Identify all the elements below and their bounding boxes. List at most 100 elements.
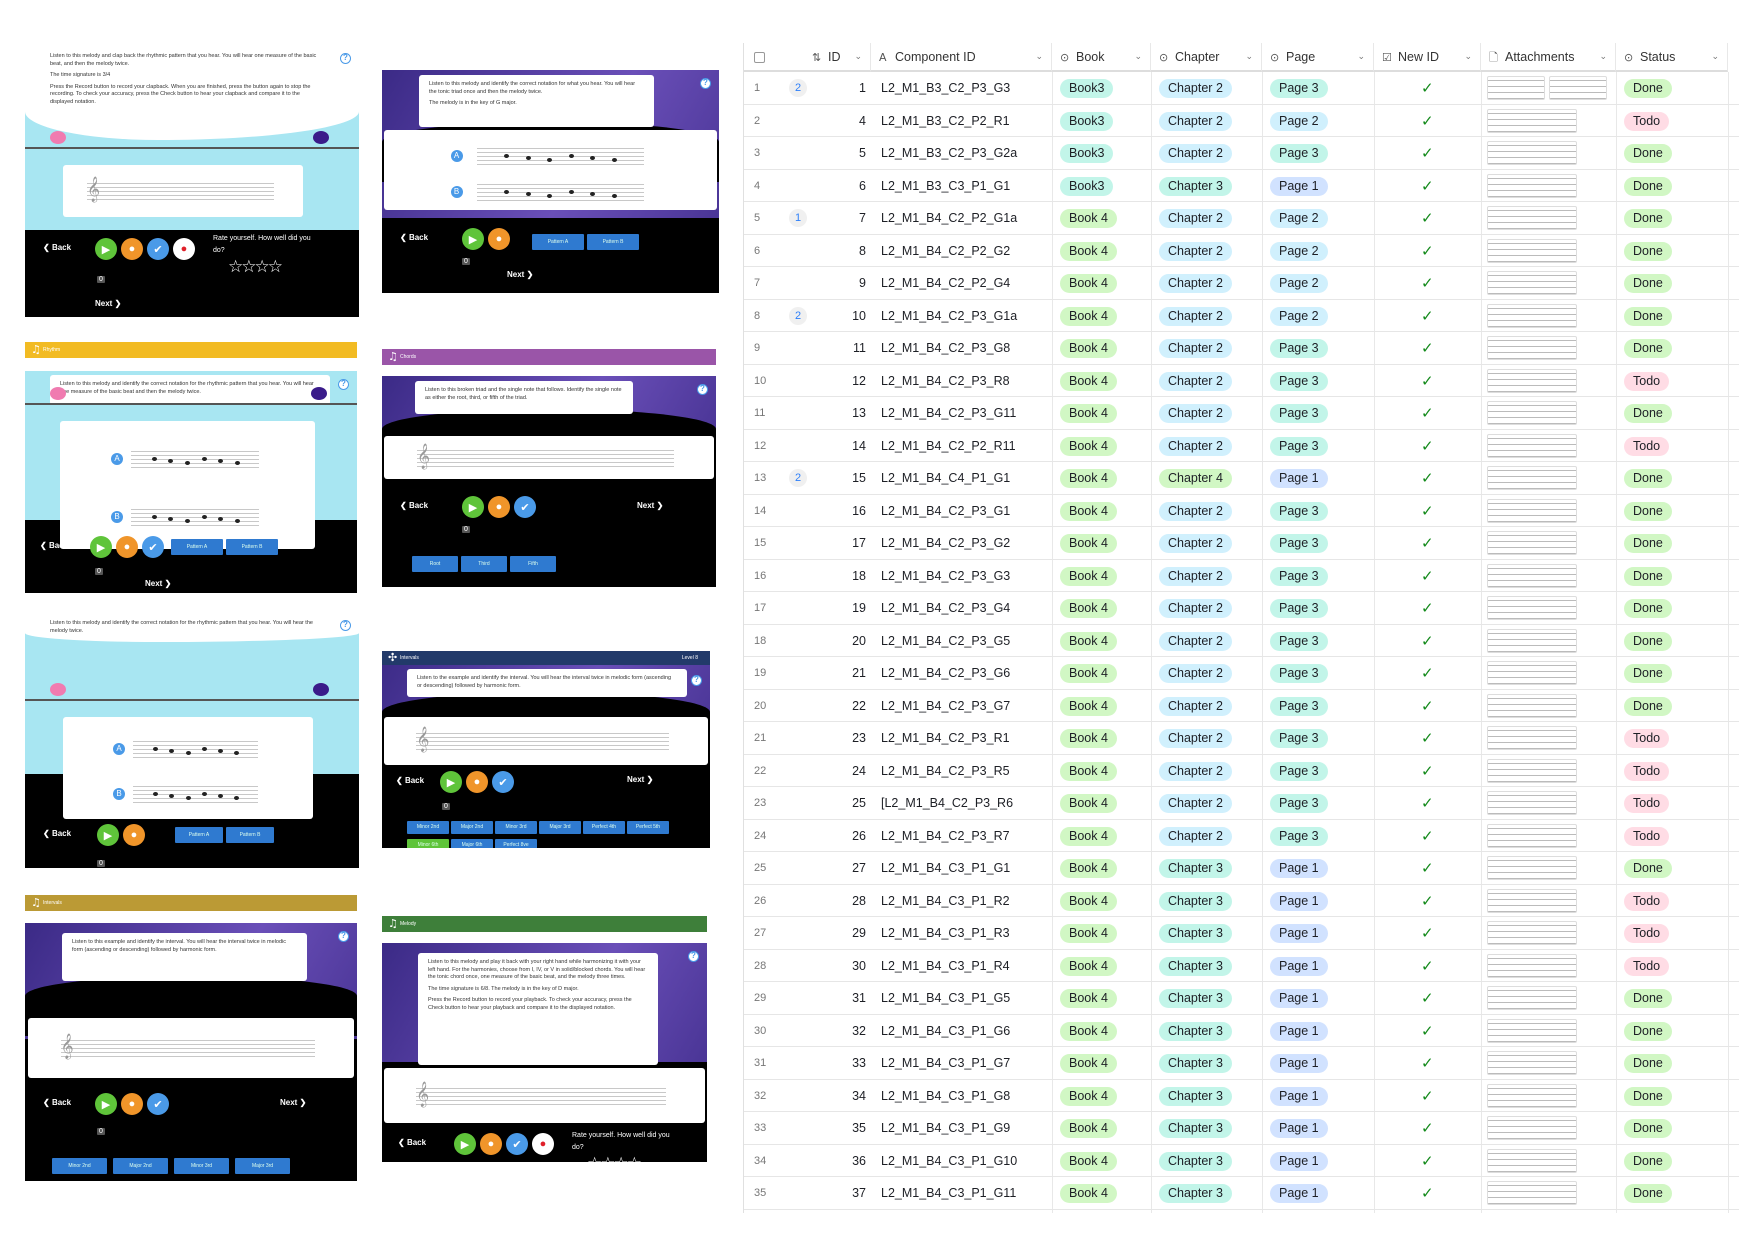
attachment-thumbnail[interactable] [1487,1018,1577,1043]
component-id[interactable]: L2_M1_B4_C2_P2_G2 [881,235,1010,267]
chapter-tag[interactable]: Chapter 3 [1159,1119,1232,1138]
book-tag[interactable]: Book 4 [1060,631,1117,651]
table-row[interactable]: 14 16 L2_M1_B4_C2_P3_G1 Book 4 Chapter 2 Page… [744,495,1739,527]
hint-button[interactable]: ● [123,824,145,846]
help-icon[interactable]: ? [700,78,711,89]
checkmark-icon[interactable]: ✓ [1421,267,1434,299]
table-row[interactable]: 27 29 L2_M1_B4_C3_P1_R3 Book 4 Chapter 3 Page… [744,917,1739,950]
comment-count-badge[interactable]: 1 [789,209,807,227]
answer-button[interactable]: Minor 2nd [407,821,449,834]
checkmark-icon[interactable]: ✓ [1421,722,1434,754]
component-id[interactable]: L2_M1_B4_C3_P1_G10 [881,1145,1017,1177]
table-row[interactable]: 23 25 [L2_M1_B4_C2_P3_R6 Book 4 Chapter 2 Pag… [744,787,1739,820]
status-tag[interactable]: Done [1624,696,1672,716]
hint-button[interactable]: ● [466,771,488,793]
help-icon[interactable]: ? [340,620,351,631]
checkmark-icon[interactable]: ✓ [1421,1047,1434,1079]
page-tag[interactable]: Page 1 [1270,859,1328,878]
attachment-thumbnail[interactable] [1487,238,1577,263]
book-tag[interactable]: Book 4 [1060,371,1117,391]
chapter-tag[interactable]: Chapter 4 [1159,469,1232,488]
answer-button[interactable]: Perfect 4th [583,821,625,834]
answer-button[interactable]: Major 3rd [235,1158,290,1174]
status-tag[interactable]: Done [1624,1184,1672,1203]
book-tag[interactable]: Book 4 [1060,599,1117,618]
page-tag[interactable]: Page 3 [1270,566,1328,586]
attachment-thumbnail[interactable] [1487,206,1577,230]
check-button[interactable]: ✔ [147,238,169,260]
book-tag[interactable]: Book 4 [1060,729,1117,748]
page-tag[interactable]: Page 1 [1270,1086,1328,1106]
component-id[interactable]: L2_M1_B4_C2_P3_R7 [881,820,1010,852]
back-button[interactable]: ❮ Back [400,233,428,242]
attachment-thumbnail[interactable] [1487,401,1577,425]
checkmark-icon[interactable]: ✓ [1421,365,1434,397]
answer-button[interactable]: Perfect 5th [627,821,669,834]
book-tag[interactable]: Book 4 [1060,891,1117,911]
component-id[interactable]: L2_M1_B4_C3_P1_G6 [881,1015,1010,1047]
page-tag[interactable]: Page 1 [1270,1119,1328,1138]
status-tag[interactable]: Todo [1624,924,1670,943]
column-header-book[interactable]: ⊙ Book ⌄ [1052,43,1151,72]
checkmark-icon[interactable]: ✓ [1421,852,1434,884]
table-row[interactable]: 18 20 L2_M1_B4_C2_P3_G5 Book 4 Chapter 2 Page… [744,625,1739,657]
table-row[interactable]: 17 19 L2_M1_B4_C2_P3_G4 Book 4 Chapter 2 Page… [744,592,1739,625]
chapter-tag[interactable]: Chapter 2 [1159,144,1232,163]
chapter-tag[interactable]: Chapter 2 [1159,729,1232,748]
answer-button[interactable]: Pattern B [226,827,274,843]
table-row[interactable]: 3 5 L2_M1_B3_C2_P3_G2a Book3 Chapter 2 Page 3… [744,137,1739,170]
checkmark-icon[interactable]: ✓ [1421,495,1434,527]
component-id[interactable]: L2_M1_B4_C2_P3_G1 [881,495,1010,527]
table-row[interactable]: 32 34 L2_M1_B4_C3_P1_G8 Book 4 Chapter 3 Page… [744,1080,1739,1112]
attachment-thumbnail[interactable] [1487,1116,1577,1140]
table-row[interactable]: 35 37 L2_M1_B4_C3_P1_G11 Book 4 Chapter 3 Pag… [744,1177,1739,1210]
answer-button[interactable]: Major 6th [451,839,493,848]
next-button[interactable]: Next ❯ [507,270,533,279]
chapter-tag[interactable]: Chapter 2 [1159,696,1232,716]
component-id[interactable]: L2_M1_B4_C2_P3_R8 [881,365,1010,397]
component-id[interactable]: L2_M1_B4_C2_P3_G4 [881,592,1010,624]
book-tag[interactable]: Book 4 [1060,1119,1117,1138]
component-id[interactable]: L2_M1_B3_C2_P3_G3 [881,72,1010,104]
chapter-tag[interactable]: Chapter 2 [1159,534,1232,553]
page-tag[interactable]: Page 3 [1270,436,1328,456]
page-tag[interactable]: Page 1 [1270,1054,1328,1073]
book-tag[interactable]: Book 4 [1060,664,1117,683]
table-row[interactable]: 7 9 L2_M1_B4_C2_P2_G4 Book 4 Chapter 2 Page 2… [744,267,1739,300]
attachment-thumbnail[interactable] [1487,661,1577,685]
component-id[interactable]: L2_M1_B4_C2_P3_G6 [881,657,1010,689]
chapter-tag[interactable]: Chapter 2 [1159,371,1232,391]
checkmark-icon[interactable]: ✓ [1421,1177,1434,1209]
attachment-thumbnail[interactable] [1487,953,1577,978]
checkmark-icon[interactable]: ✓ [1421,657,1434,689]
star-rating[interactable]: ☆☆☆☆ [587,1154,642,1162]
component-id[interactable]: L2_M1_B4_C4_P1_G1 [881,462,1010,494]
answer-button[interactable]: Third [461,556,507,572]
book-tag[interactable]: Book3 [1060,111,1114,131]
checkmark-icon[interactable]: ✓ [1421,202,1434,234]
answer-button[interactable]: Minor 3rd [174,1158,229,1174]
table-row[interactable]: 1 2 1 L2_M1_B3_C2_P3_G3 Book3 Chapter 2 Page 3… [744,72,1739,105]
status-tag[interactable]: Todo [1624,794,1670,813]
chapter-tag[interactable]: Chapter 3 [1159,989,1232,1008]
answer-button[interactable]: Minor 2nd [52,1158,107,1174]
next-button[interactable]: Next ❯ [95,299,121,308]
status-tag[interactable]: Done [1624,79,1672,98]
page-tag[interactable]: Page 1 [1270,924,1328,943]
checkmark-icon[interactable]: ✓ [1421,72,1434,104]
status-tag[interactable]: Done [1624,274,1672,293]
table-row[interactable]: 30 32 L2_M1_B4_C3_P1_G6 Book 4 Chapter 3 Page… [744,1015,1739,1047]
component-id[interactable]: L2_M1_B4_C2_P3_G8 [881,332,1010,364]
chapter-tag[interactable]: Chapter 3 [1159,176,1232,196]
book-tag[interactable]: Book 4 [1060,404,1117,423]
checkmark-icon[interactable]: ✓ [1421,235,1434,267]
comment-count-badge[interactable]: 2 [789,306,807,325]
component-id[interactable]: L2_M1_B4_C3_P1_G7 [881,1047,1010,1079]
checkmark-icon[interactable]: ✓ [1421,1145,1434,1177]
attachment-thumbnail[interactable] [1487,726,1577,750]
attachment-thumbnail[interactable] [1487,368,1577,393]
status-tag[interactable]: Done [1624,144,1672,163]
page-tag[interactable]: Page 3 [1270,599,1328,618]
component-id[interactable]: L2_M1_B4_C3_P1_G5 [881,982,1010,1014]
book-tag[interactable]: Book3 [1060,144,1114,163]
